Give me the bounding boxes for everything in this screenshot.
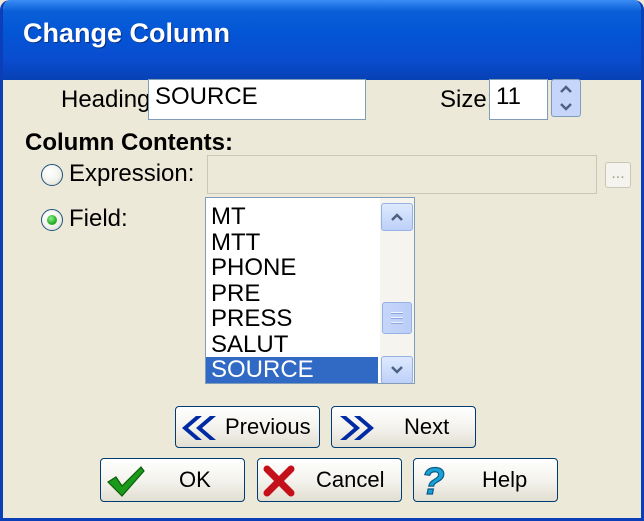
svg-text:?: ? bbox=[421, 462, 444, 500]
previous-button[interactable]: Previous bbox=[175, 406, 320, 448]
spin-up-button[interactable] bbox=[552, 80, 580, 98]
field-label[interactable]: Field: bbox=[69, 205, 128, 233]
list-scrollbar[interactable] bbox=[380, 198, 414, 383]
spin-up-icon bbox=[560, 85, 572, 93]
ok-label: OK bbox=[179, 467, 211, 492]
field-listbox[interactable]: MT MTT PHONE PRE PRESS SALUT SOURCE bbox=[205, 197, 415, 384]
double-arrow-left-icon bbox=[182, 416, 216, 440]
expression-radio[interactable] bbox=[41, 164, 63, 186]
change-column-dialog: Change Column Heading: SOURCE Size: 11 C… bbox=[0, 0, 644, 521]
red-x-icon bbox=[263, 465, 295, 497]
list-item-selected[interactable]: SOURCE bbox=[206, 357, 378, 383]
dialog-title: Change Column bbox=[23, 18, 230, 48]
chevron-down-icon bbox=[391, 366, 403, 374]
ok-button[interactable]: OK bbox=[100, 458, 245, 502]
expression-label[interactable]: Expression: bbox=[69, 160, 194, 188]
next-label: Next bbox=[404, 414, 450, 439]
browse-button-label: ... bbox=[611, 165, 625, 182]
heading-input-value: SOURCE bbox=[155, 83, 258, 110]
expression-input bbox=[207, 155, 597, 194]
help-label: Help bbox=[482, 467, 528, 492]
next-button[interactable]: Next bbox=[331, 406, 476, 448]
field-list: MT MTT PHONE PRE PRESS SALUT SOURCE bbox=[206, 198, 378, 383]
field-radio[interactable] bbox=[41, 209, 63, 231]
help-button[interactable]: ? Help bbox=[413, 458, 558, 502]
chevron-up-icon bbox=[391, 213, 403, 221]
list-item[interactable]: PRESS bbox=[206, 306, 378, 332]
checkmark-icon bbox=[107, 466, 145, 497]
list-item[interactable]: MTT bbox=[206, 229, 378, 256]
size-input[interactable]: 11 bbox=[489, 79, 548, 120]
radio-selected-dot bbox=[47, 215, 57, 225]
size-spinner[interactable] bbox=[551, 79, 581, 117]
spin-down-icon bbox=[560, 103, 572, 111]
list-item[interactable]: PHONE bbox=[206, 255, 378, 281]
heading-input[interactable]: SOURCE bbox=[148, 79, 366, 120]
previous-label: Previous bbox=[225, 414, 311, 439]
column-contents-label: Column Contents: bbox=[25, 129, 233, 156]
list-item[interactable]: SALUT bbox=[206, 331, 378, 358]
heading-label: Heading: bbox=[61, 86, 158, 113]
double-arrow-right-icon bbox=[340, 416, 374, 440]
scroll-up-button[interactable] bbox=[381, 203, 413, 231]
list-item[interactable]: PRE bbox=[206, 280, 378, 307]
size-input-value: 11 bbox=[496, 83, 521, 110]
list-item[interactable]: MT bbox=[206, 204, 378, 230]
cancel-button[interactable]: Cancel bbox=[257, 458, 402, 502]
spin-down-button[interactable] bbox=[552, 98, 580, 116]
cancel-label: Cancel bbox=[316, 467, 385, 492]
scroll-thumb[interactable] bbox=[382, 302, 412, 334]
expression-browse-button: ... bbox=[605, 162, 631, 188]
question-mark-icon: ? bbox=[421, 462, 445, 500]
size-label: Size: bbox=[440, 86, 494, 113]
scroll-down-button[interactable] bbox=[381, 356, 413, 383]
title-bar[interactable]: Change Column bbox=[3, 0, 641, 80]
